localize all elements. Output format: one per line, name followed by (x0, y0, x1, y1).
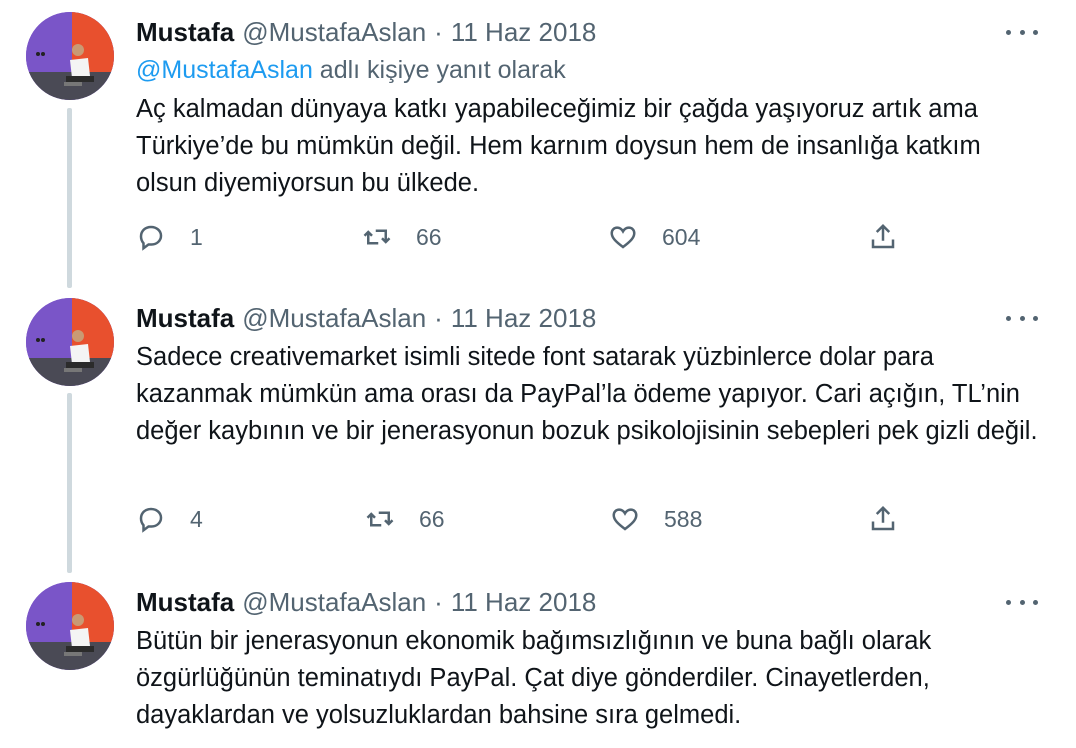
tweet[interactable]: Mustafa @MustafaAslan · 11 Haz 2018 Sade… (0, 286, 1076, 569)
avatar[interactable] (26, 12, 114, 100)
heart-icon (610, 226, 636, 249)
avatar[interactable] (26, 298, 114, 386)
tweet[interactable]: Mustafa @MustafaAslan · 11 Haz 2018 @Mus… (0, 0, 1076, 283)
more-options-icon[interactable] (1006, 22, 1038, 42)
tweet-text: Sadece creativemarket isimli sitede font… (136, 343, 1038, 445)
author-handle[interactable]: @MustafaAslan (242, 586, 426, 618)
tweet[interactable]: Mustafa @MustafaAslan · 11 Haz 2018 Bütü… (0, 570, 1076, 748)
reply-button[interactable]: 4 (136, 504, 203, 534)
retweet-count: 66 (419, 505, 445, 532)
avatar-image (26, 12, 114, 100)
reply-count: 4 (190, 505, 203, 532)
author-handle[interactable]: @MustafaAslan (242, 302, 426, 334)
avatar-image (26, 298, 114, 386)
avatar-image (26, 582, 114, 670)
separator-dot: · (434, 587, 443, 617)
like-count: 604 (662, 223, 701, 250)
retweet-icon (363, 229, 391, 245)
retweet-button[interactable]: 66 (362, 222, 442, 252)
more-options-icon[interactable] (1006, 592, 1038, 612)
retweet-icon (366, 511, 394, 527)
share-button[interactable] (868, 222, 898, 252)
heart-icon (612, 508, 638, 531)
tweet-date[interactable]: 11 Haz 2018 (451, 302, 597, 334)
author-name[interactable]: Mustafa (136, 586, 234, 618)
reply-mention-link[interactable]: @MustafaAslan (136, 56, 313, 84)
share-button[interactable] (868, 504, 898, 534)
separator-dot: · (434, 17, 443, 47)
reply-icon (139, 225, 163, 251)
share-icon (871, 223, 895, 249)
tweet-date[interactable]: 11 Haz 2018 (451, 586, 597, 618)
reply-context: @MustafaAslan adlı kişiye yanıt olarak (136, 54, 1046, 86)
tweet-date[interactable]: 11 Haz 2018 (451, 16, 597, 48)
share-icon (871, 505, 895, 531)
reply-context-text: adlı kişiye yanıt olarak (312, 56, 566, 84)
reply-button[interactable]: 1 (136, 222, 203, 252)
avatar[interactable] (26, 582, 114, 670)
more-options-icon[interactable] (1006, 308, 1038, 328)
separator-dot: · (434, 303, 443, 333)
tweet-text: Aç kalmadan dünyaya katkı yapabileceğimi… (136, 95, 981, 197)
author-name[interactable]: Mustafa (136, 16, 234, 48)
retweet-count: 66 (416, 223, 442, 250)
author-name[interactable]: Mustafa (136, 302, 234, 334)
author-handle[interactable]: @MustafaAslan (242, 16, 426, 48)
retweet-button[interactable]: 66 (365, 504, 445, 534)
reply-count: 1 (190, 223, 203, 250)
like-button[interactable]: 604 (608, 222, 700, 252)
like-button[interactable]: 588 (610, 504, 702, 534)
like-count: 588 (664, 505, 703, 532)
tweet-text: Bütün bir jenerasyonun ekonomik bağımsız… (136, 627, 932, 729)
reply-icon (139, 507, 163, 533)
